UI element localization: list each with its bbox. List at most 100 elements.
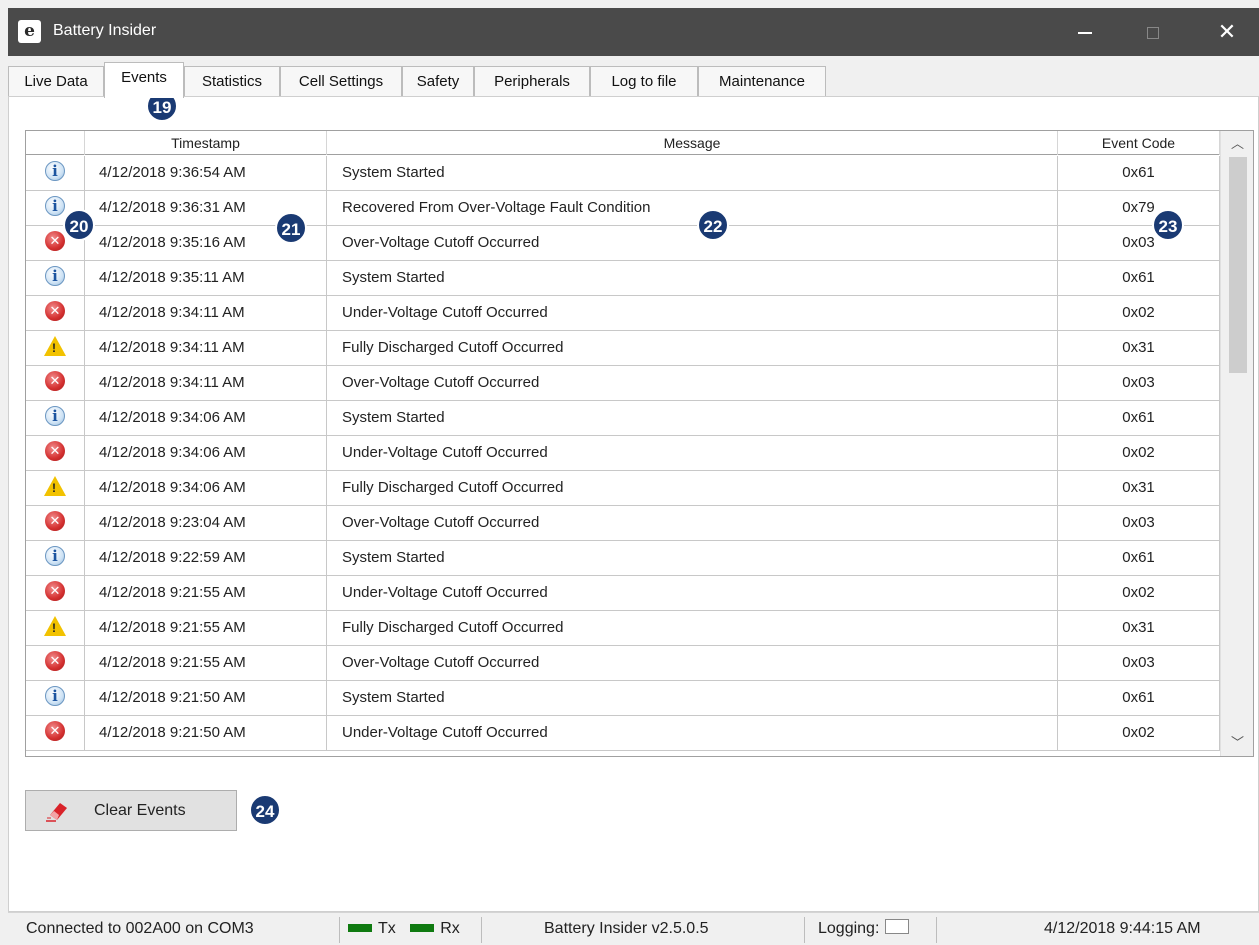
clear-events-button[interactable]: Clear Events [25, 790, 237, 831]
timestamp-cell[interactable]: 4/12/2018 9:21:55 AM [85, 646, 327, 680]
tab-statistics[interactable]: Statistics [184, 66, 280, 96]
table-row[interactable]: ✕ 4/12/2018 9:21:55 AM Under-Voltage Cutof… [26, 576, 1220, 611]
event-code-cell[interactable]: 0x31 [1058, 611, 1220, 645]
callout-badge-22: 22 [697, 209, 729, 241]
event-code-cell[interactable]: 0x02 [1058, 576, 1220, 610]
eraser-icon [46, 803, 67, 822]
row-icon-cell: ✕ [26, 436, 85, 470]
column-header-icon[interactable] [26, 131, 85, 155]
event-code-cell[interactable]: 0x61 [1058, 541, 1220, 575]
tab-cell-settings[interactable]: Cell Settings [280, 66, 402, 96]
message-cell[interactable]: System Started [327, 261, 1058, 295]
table-row[interactable]: ✕ 4/12/2018 9:34:11 AM Over-Voltage Cutoff… [26, 366, 1220, 401]
timestamp-cell[interactable]: 4/12/2018 9:21:55 AM [85, 576, 327, 610]
timestamp-cell[interactable]: 4/12/2018 9:34:11 AM [85, 296, 327, 330]
event-code-cell[interactable]: 0x79 [1058, 191, 1220, 225]
table-row[interactable]: ! 4/12/2018 9:34:11 AM Fully Discharged Cu… [26, 331, 1220, 366]
table-row[interactable]: ✕ 4/12/2018 9:34:06 AM Under-Voltage Cutof… [26, 436, 1220, 471]
title-bar[interactable]: e Battery Insider ✕ [8, 8, 1259, 56]
message-cell[interactable]: Under-Voltage Cutoff Occurred [327, 576, 1058, 610]
message-cell[interactable]: Over-Voltage Cutoff Occurred [327, 646, 1058, 680]
event-code-cell[interactable]: 0x31 [1058, 331, 1220, 365]
message-cell[interactable]: Over-Voltage Cutoff Occurred [327, 226, 1058, 260]
row-icon-cell: ! [26, 331, 85, 365]
event-code-cell[interactable]: 0x31 [1058, 471, 1220, 505]
event-code-cell[interactable]: 0x03 [1058, 506, 1220, 540]
column-header-timestamp[interactable]: Timestamp [85, 131, 327, 155]
event-code-cell[interactable]: 0x61 [1058, 156, 1220, 190]
timestamp-cell[interactable]: 4/12/2018 9:22:59 AM [85, 541, 327, 575]
event-code-cell[interactable]: 0x61 [1058, 681, 1220, 715]
event-code-cell[interactable]: 0x02 [1058, 296, 1220, 330]
scroll-down-arrow-icon[interactable]: ﹀ [1221, 730, 1253, 756]
message-cell[interactable]: Under-Voltage Cutoff Occurred [327, 296, 1058, 330]
table-row[interactable]: i 4/12/2018 9:36:31 AM Recovered From Over… [26, 191, 1220, 226]
column-header-event-code[interactable]: Event Code [1058, 131, 1220, 155]
tab-maintenance[interactable]: Maintenance [698, 66, 826, 96]
event-code-cell[interactable]: 0x03 [1058, 646, 1220, 680]
close-button[interactable]: ✕ [1198, 8, 1256, 56]
events-grid[interactable]: Timestamp Message Event Code i 4/12/2018 … [25, 130, 1254, 757]
tab-safety[interactable]: Safety [402, 66, 474, 96]
message-cell[interactable]: Fully Discharged Cutoff Occurred [327, 331, 1058, 365]
table-row[interactable]: ✕ 4/12/2018 9:23:04 AM Over-Voltage Cutoff… [26, 506, 1220, 541]
callout-badge-23: 23 [1152, 209, 1184, 241]
timestamp-cell[interactable]: 4/12/2018 9:21:50 AM [85, 681, 327, 715]
event-code-cell[interactable]: 0x02 [1058, 436, 1220, 470]
timestamp-cell[interactable]: 4/12/2018 9:21:55 AM [85, 611, 327, 645]
timestamp-cell[interactable]: 4/12/2018 9:21:50 AM [85, 716, 327, 750]
tab-events[interactable]: Events [104, 62, 184, 98]
event-code-cell[interactable]: 0x61 [1058, 261, 1220, 295]
table-row[interactable]: i 4/12/2018 9:35:11 AM System Started 0x61 [26, 261, 1220, 296]
table-row[interactable]: ! 4/12/2018 9:34:06 AM Fully Discharged Cu… [26, 471, 1220, 506]
message-cell[interactable]: Fully Discharged Cutoff Occurred [327, 471, 1058, 505]
event-code-cell[interactable]: 0x02 [1058, 716, 1220, 750]
message-cell[interactable]: System Started [327, 541, 1058, 575]
message-cell[interactable]: Fully Discharged Cutoff Occurred [327, 611, 1058, 645]
grid-header: Timestamp Message Event Code [26, 131, 1220, 155]
timestamp-cell[interactable]: 4/12/2018 9:35:11 AM [85, 261, 327, 295]
table-row[interactable]: i 4/12/2018 9:36:54 AM System Started 0x61 [26, 156, 1220, 191]
column-header-message[interactable]: Message [327, 131, 1058, 155]
timestamp-cell[interactable]: 4/12/2018 9:23:04 AM [85, 506, 327, 540]
message-cell[interactable]: Under-Voltage Cutoff Occurred [327, 716, 1058, 750]
message-cell[interactable]: System Started [327, 401, 1058, 435]
message-cell[interactable]: System Started [327, 681, 1058, 715]
tx-rx-indicators: Tx Rx [348, 913, 460, 945]
timestamp-cell[interactable]: 4/12/2018 9:34:06 AM [85, 436, 327, 470]
table-row[interactable]: ✕ 4/12/2018 9:34:11 AM Under-Voltage Cutof… [26, 296, 1220, 331]
table-row[interactable]: ✕ 4/12/2018 9:21:50 AM Under-Voltage Cutof… [26, 716, 1220, 751]
row-icon-cell: ✕ [26, 366, 85, 400]
table-row[interactable]: i 4/12/2018 9:21:50 AM System Started 0x61 [26, 681, 1220, 716]
version-label: Battery Insider v2.5.0.5 [544, 920, 709, 937]
message-cell[interactable]: System Started [327, 156, 1058, 190]
tab-live-data[interactable]: Live Data [8, 66, 104, 96]
message-cell[interactable]: Over-Voltage Cutoff Occurred [327, 506, 1058, 540]
table-row[interactable]: i 4/12/2018 9:34:06 AM System Started 0x61 [26, 401, 1220, 436]
table-row[interactable]: ✕ 4/12/2018 9:21:55 AM Over-Voltage Cutoff… [26, 646, 1220, 681]
message-cell[interactable]: Under-Voltage Cutoff Occurred [327, 436, 1058, 470]
message-cell[interactable]: Recovered From Over-Voltage Fault Condit… [327, 191, 1058, 225]
timestamp-cell[interactable]: 4/12/2018 9:34:11 AM [85, 331, 327, 365]
timestamp-cell[interactable]: 4/12/2018 9:34:11 AM [85, 366, 327, 400]
table-row[interactable]: ! 4/12/2018 9:21:55 AM Fully Discharged Cu… [26, 611, 1220, 646]
minimize-button[interactable] [1056, 8, 1114, 56]
error-icon: ✕ [45, 301, 65, 322]
scroll-thumb[interactable] [1229, 157, 1247, 373]
event-code-cell[interactable]: 0x03 [1058, 366, 1220, 400]
event-code-cell[interactable]: 0x61 [1058, 401, 1220, 435]
scroll-up-arrow-icon[interactable]: ︿ [1221, 131, 1253, 157]
event-code-cell[interactable]: 0x03 [1058, 226, 1220, 260]
table-row[interactable]: ✕ 4/12/2018 9:35:16 AM Over-Voltage Cutoff… [26, 226, 1220, 261]
timestamp-cell[interactable]: 4/12/2018 9:34:06 AM [85, 401, 327, 435]
table-row[interactable]: i 4/12/2018 9:22:59 AM System Started 0x61 [26, 541, 1220, 576]
tab-peripherals[interactable]: Peripherals [474, 66, 590, 96]
maximize-button[interactable] [1124, 8, 1182, 56]
row-icon-cell: i [26, 261, 85, 295]
tab-log-to-file[interactable]: Log to file [590, 66, 698, 96]
connection-status: Connected to 002A00 on COM3 [26, 920, 254, 937]
vertical-scrollbar[interactable]: ︿ ﹀ [1220, 131, 1253, 756]
timestamp-cell[interactable]: 4/12/2018 9:36:54 AM [85, 156, 327, 190]
timestamp-cell[interactable]: 4/12/2018 9:34:06 AM [85, 471, 327, 505]
message-cell[interactable]: Over-Voltage Cutoff Occurred [327, 366, 1058, 400]
